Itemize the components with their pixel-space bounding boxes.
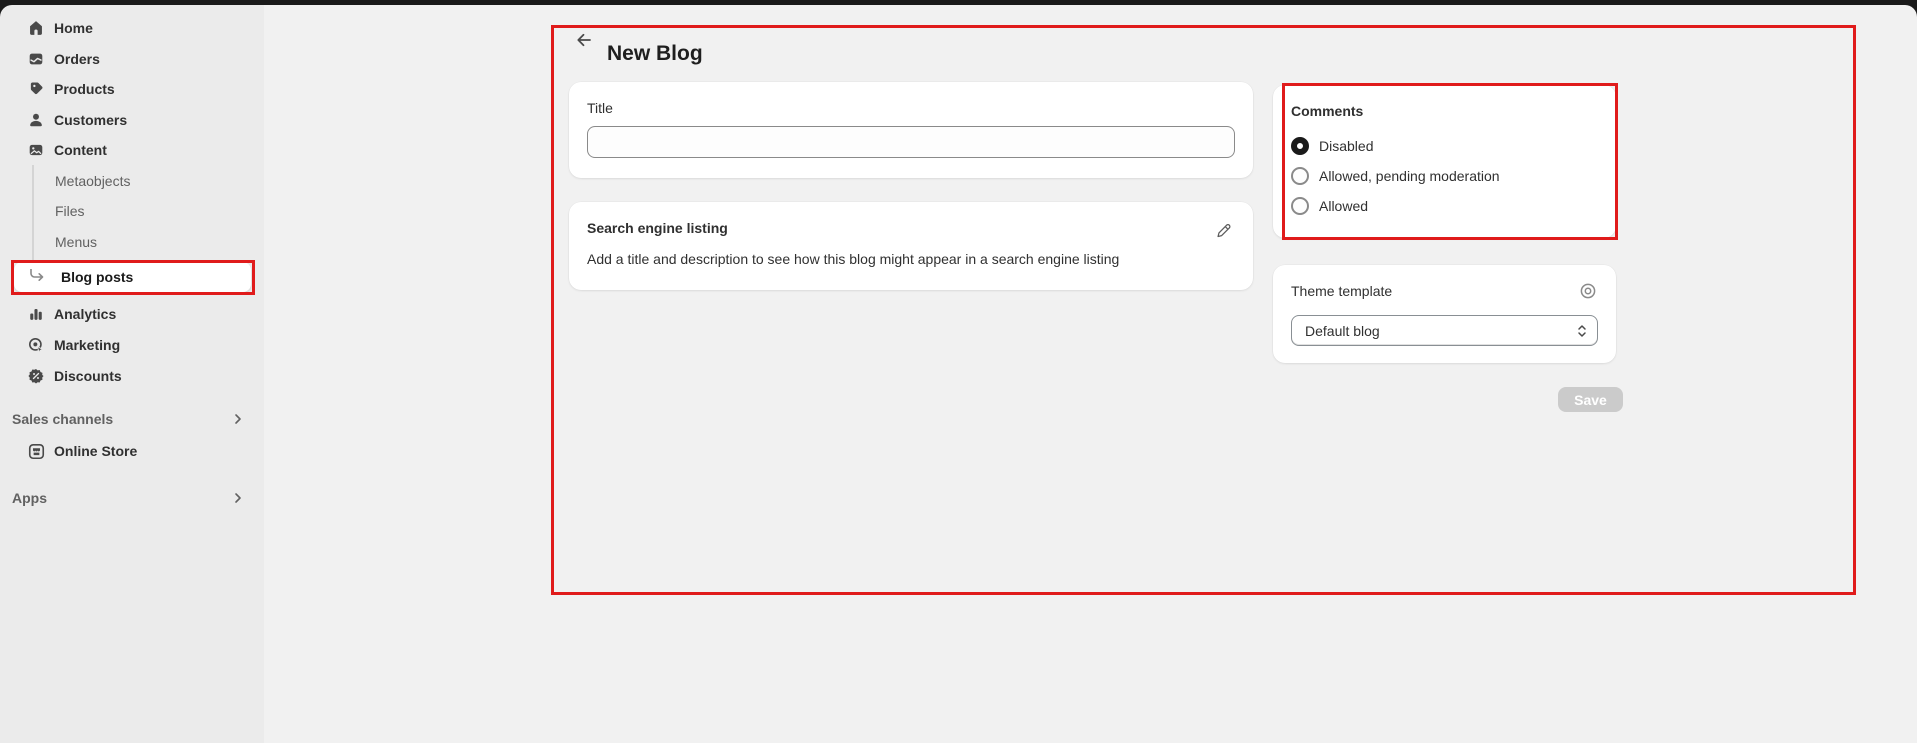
seo-card: Search engine listing Add a title and de… — [569, 202, 1253, 290]
sidebar-subitem-label: Menus — [55, 234, 97, 250]
sidebar-item-menus[interactable]: Menus — [8, 228, 256, 256]
customers-icon — [26, 110, 46, 130]
sidebar-item-metaobjects[interactable]: Metaobjects — [8, 167, 256, 195]
radio-unselected[interactable] — [1291, 167, 1309, 185]
radio-label: Allowed, pending moderation — [1319, 168, 1500, 184]
section-label: Sales channels — [12, 411, 232, 427]
back-button[interactable] — [572, 30, 596, 54]
title-card: Title — [569, 82, 1253, 178]
sidebar-item-home[interactable]: Home — [8, 14, 256, 42]
sidebar-item-label: Products — [54, 81, 115, 97]
sidebar-item-label: Discounts — [54, 368, 122, 384]
preview-theme-button[interactable] — [1576, 281, 1600, 305]
shopify-admin-window: Home Orders Products Customers — [0, 0, 1917, 743]
app-panel: Home Orders Products Customers — [0, 5, 1917, 743]
save-button[interactable]: Save — [1558, 387, 1623, 412]
store-icon — [26, 441, 46, 461]
analytics-icon — [26, 304, 46, 324]
sidebar-item-products[interactable]: Products — [8, 75, 256, 103]
sidebar-item-customers[interactable]: Customers — [8, 106, 256, 134]
sidebar-item-files[interactable]: Files — [8, 197, 256, 225]
sidebar-subitem-label: Metaobjects — [55, 173, 130, 189]
sidebar-item-label: Orders — [54, 51, 100, 67]
section-label: Apps — [12, 490, 232, 506]
radio-label: Allowed — [1319, 198, 1368, 214]
sidebar-subitem-label: Files — [55, 203, 85, 219]
radio-option-allowed-pending-moderation[interactable]: Allowed, pending moderation — [1291, 161, 1598, 191]
sidebar-item-label: Content — [54, 142, 107, 158]
seo-card-title: Search engine listing — [587, 220, 1235, 236]
sidebar-item-label: Online Store — [54, 443, 137, 459]
sidebar-item-blog-posts[interactable]: Blog posts — [14, 262, 251, 292]
sidebar: Home Orders Products Customers — [0, 5, 264, 743]
page-title: New Blog — [607, 42, 703, 66]
sidebar-item-label: Home — [54, 20, 93, 36]
theme-template-card: Theme template Default blog — [1273, 265, 1616, 363]
content-icon — [26, 140, 46, 160]
radio-unselected[interactable] — [1291, 197, 1309, 215]
sidebar-item-discounts[interactable]: Discounts — [8, 362, 256, 390]
chevron-right-icon — [232, 492, 244, 504]
chevron-right-icon — [232, 413, 244, 425]
sidebar-item-analytics[interactable]: Analytics — [8, 300, 256, 328]
edit-pencil-icon — [1215, 222, 1233, 245]
radio-selected[interactable] — [1291, 137, 1309, 155]
title-field-label: Title — [587, 100, 613, 116]
sidebar-item-orders[interactable]: Orders — [8, 45, 256, 73]
radio-option-disabled[interactable]: Disabled — [1291, 131, 1598, 161]
sidebar-item-online-store[interactable]: Online Store — [8, 437, 256, 465]
seo-card-description: Add a title and description to see how t… — [587, 250, 1235, 268]
sidebar-section-apps[interactable]: Apps — [12, 486, 252, 510]
discounts-icon — [26, 366, 46, 386]
sidebar-subitem-label: Blog posts — [61, 269, 133, 285]
view-icon — [1578, 281, 1598, 306]
sidebar-item-content[interactable]: Content — [8, 136, 256, 164]
back-arrow-icon — [574, 30, 594, 55]
main-content: New Blog Title Search engine listing Add… — [264, 5, 1917, 743]
orders-icon — [26, 49, 46, 69]
sidebar-item-label: Analytics — [54, 306, 116, 322]
theme-template-label: Theme template — [1291, 283, 1598, 299]
edit-seo-button[interactable] — [1213, 222, 1235, 244]
sidebar-item-label: Marketing — [54, 337, 120, 353]
home-icon — [26, 18, 46, 38]
comments-options: Disabled Allowed, pending moderation All… — [1291, 131, 1598, 221]
sidebar-section-sales-channels[interactable]: Sales channels — [12, 407, 252, 431]
tree-arrow-icon — [29, 269, 47, 291]
comments-card: Comments Disabled Allowed, pending moder… — [1273, 85, 1616, 238]
selected-option: Default blog — [1305, 323, 1380, 339]
comments-card-title: Comments — [1291, 103, 1598, 119]
theme-template-select[interactable]: Default blog — [1291, 315, 1598, 346]
radio-option-allowed[interactable]: Allowed — [1291, 191, 1598, 221]
products-icon — [26, 79, 46, 99]
marketing-icon — [26, 335, 46, 355]
title-input[interactable] — [587, 126, 1235, 158]
radio-label: Disabled — [1319, 138, 1373, 154]
sidebar-item-label: Customers — [54, 112, 127, 128]
select-updown-icon — [1575, 323, 1589, 339]
sidebar-item-marketing[interactable]: Marketing — [8, 331, 256, 359]
